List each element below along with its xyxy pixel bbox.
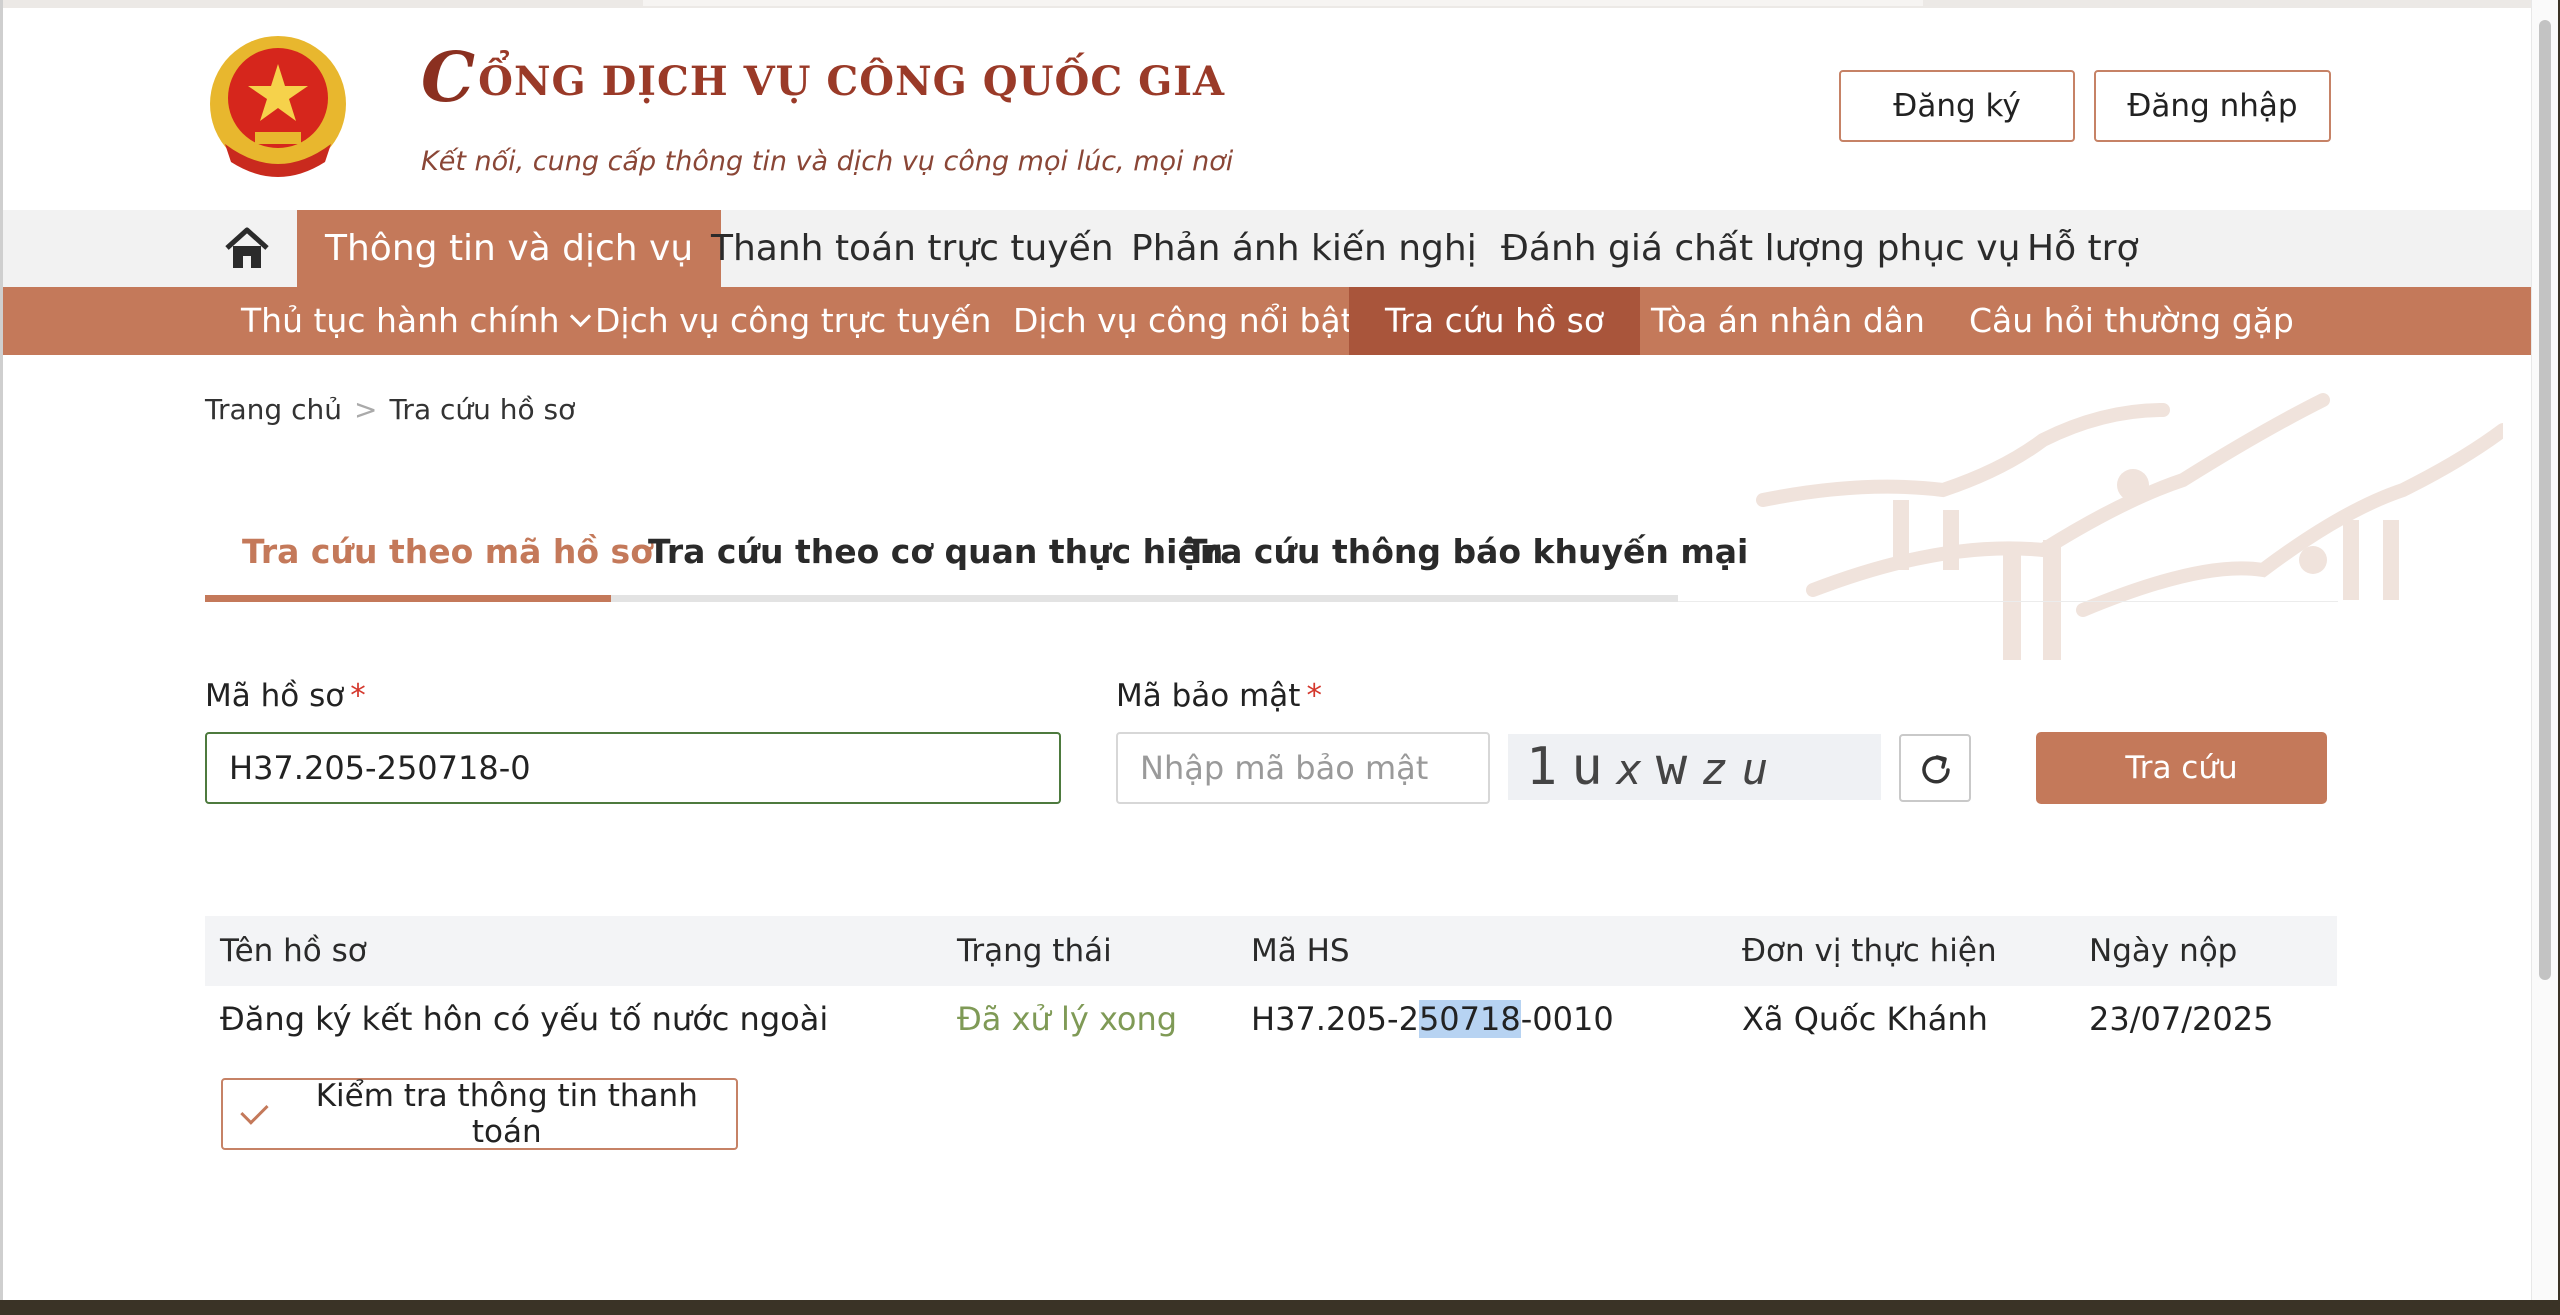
security-label-text: Mã bảo mật (1116, 678, 1301, 714)
nav-item-feedback[interactable]: Phản ánh kiến nghị (1131, 210, 1477, 287)
code-input[interactable] (205, 732, 1061, 804)
search-button[interactable]: Tra cứu (2036, 732, 2327, 804)
title-rest: ỔNG DỊCH VỤ CÔNG QUỐC GIA (478, 58, 1225, 105)
security-label: Mã bảo mật * (1116, 678, 1322, 714)
breadcrumb-separator: > (353, 393, 378, 426)
security-code-input[interactable] (1116, 732, 1490, 804)
register-button[interactable]: Đăng ký (1839, 70, 2075, 142)
portal-subtitle: Kết nối, cung cấp thông tin và dịch vụ c… (421, 146, 1234, 177)
cell-date: 23/07/2025 (2089, 1000, 2274, 1038)
captcha-char: w (1655, 737, 1692, 797)
selected-text: 50718 (1418, 1000, 1521, 1038)
column-header-name: Tên hồ sơ (220, 933, 367, 969)
captcha-image: 1uxwzu (1508, 734, 1881, 800)
subnav-item-court[interactable]: Tòa án nhân dân (1651, 287, 1925, 355)
tabs-divider (1678, 601, 2338, 602)
column-header-status: Trạng thái (957, 933, 1112, 969)
tab-lookup-by-code[interactable]: Tra cứu theo mã hồ sơ (242, 532, 653, 571)
nav-item-online-payment[interactable]: Thanh toán trực tuyến (711, 210, 1114, 287)
captcha-char: z (1701, 744, 1732, 795)
crane-decoration-image (1756, 393, 2503, 660)
captcha-char: u (1741, 744, 1773, 795)
subnav-item-procedures[interactable]: Thủ tục hành chính (241, 287, 592, 355)
main-nav: Thông tin và dịch vụ Thanh toán trực tuy… (3, 210, 2535, 287)
check-payment-button[interactable]: Kiểm tra thông tin thanh toán (221, 1078, 738, 1150)
column-header-unit: Đơn vị thực hiện (1742, 933, 1997, 969)
check-icon (240, 1096, 269, 1124)
code-part: H37.205-2 (1251, 1000, 1419, 1038)
required-mark: * (1306, 678, 1322, 714)
captcha-char: 1 (1526, 737, 1562, 797)
code-label-text: Mã hồ sơ (205, 678, 345, 714)
cell-unit: Xã Quốc Khánh (1742, 1000, 1988, 1038)
subnav-item-featured-services[interactable]: Dịch vụ công nổi bật (1013, 287, 1354, 355)
nav-item-info-services[interactable]: Thông tin và dịch vụ (297, 210, 722, 287)
browser-window: CỔNG DỊCH VỤ CÔNG QUỐC GIA Kết nối, cung… (0, 0, 2558, 1300)
subnav-item-lookup[interactable]: Tra cứu hồ sơ (1349, 287, 1641, 355)
column-header-code: Mã HS (1251, 933, 1350, 969)
code-label: Mã hồ sơ * (205, 678, 366, 714)
tab-strip-segment (1283, 0, 1923, 6)
tab-lookup-promotion[interactable]: Tra cứu thông báo khuyến mại (1185, 532, 1748, 571)
lookup-tabs: Tra cứu theo mã hồ sơ Tra cứu theo cơ qu… (205, 520, 1748, 602)
breadcrumb: Trang chủ > Tra cứu hồ sơ (205, 393, 575, 426)
tab-strip-segment (643, 0, 1283, 6)
breadcrumb-home[interactable]: Trang chủ (205, 393, 342, 426)
national-emblem-logo[interactable] (205, 34, 351, 180)
login-button[interactable]: Đăng nhập (2094, 70, 2331, 142)
table-header: Tên hồ sơ Trạng thái Mã HS Đơn vị thực h… (205, 916, 2337, 986)
tab-lookup-by-agency[interactable]: Tra cứu theo cơ quan thực hiện (648, 532, 1223, 571)
sub-nav: Thủ tục hành chính Dịch vụ công trực tuy… (3, 287, 2535, 355)
browser-tab-strip (3, 0, 2558, 8)
captcha-char: x (1616, 745, 1646, 794)
chevron-down-icon (570, 305, 592, 328)
title-initial: C (421, 38, 477, 118)
cell-record-name: Đăng ký kết hôn có yếu tố nước ngoài (220, 1000, 829, 1038)
breadcrumb-current: Tra cứu hồ sơ (389, 393, 576, 426)
portal-title[interactable]: CỔNG DỊCH VỤ CÔNG QUỐC GIA (421, 38, 1225, 118)
refresh-captcha-button[interactable] (1899, 734, 1971, 802)
nav-item-service-rating[interactable]: Đánh giá chất lượng phục vụ (1501, 210, 2020, 287)
subnav-item-label: Thủ tục hành chính (241, 301, 560, 340)
captcha-char: u (1571, 737, 1607, 797)
subnav-item-faq[interactable]: Câu hỏi thường gặp (1969, 287, 2294, 355)
scrollbar-thumb[interactable] (2539, 20, 2551, 980)
code-part: -0010 (1520, 1000, 1614, 1038)
check-payment-label: Kiểm tra thông tin thanh toán (315, 1078, 698, 1150)
status-badge: Đã xử lý xong (957, 1000, 1178, 1038)
required-mark: * (350, 678, 366, 714)
subnav-item-online-services[interactable]: Dịch vụ công trực tuyến (595, 287, 991, 355)
vertical-scrollbar[interactable] (2531, 0, 2558, 1300)
home-icon[interactable] (223, 226, 271, 272)
refresh-icon (1922, 755, 1950, 784)
active-tab-underline (205, 595, 611, 602)
nav-item-support[interactable]: Hỗ trợ (2027, 210, 2138, 287)
cell-record-code: H37.205-250718-0010 (1251, 1000, 1614, 1038)
column-header-date: Ngày nộp (2089, 933, 2238, 969)
